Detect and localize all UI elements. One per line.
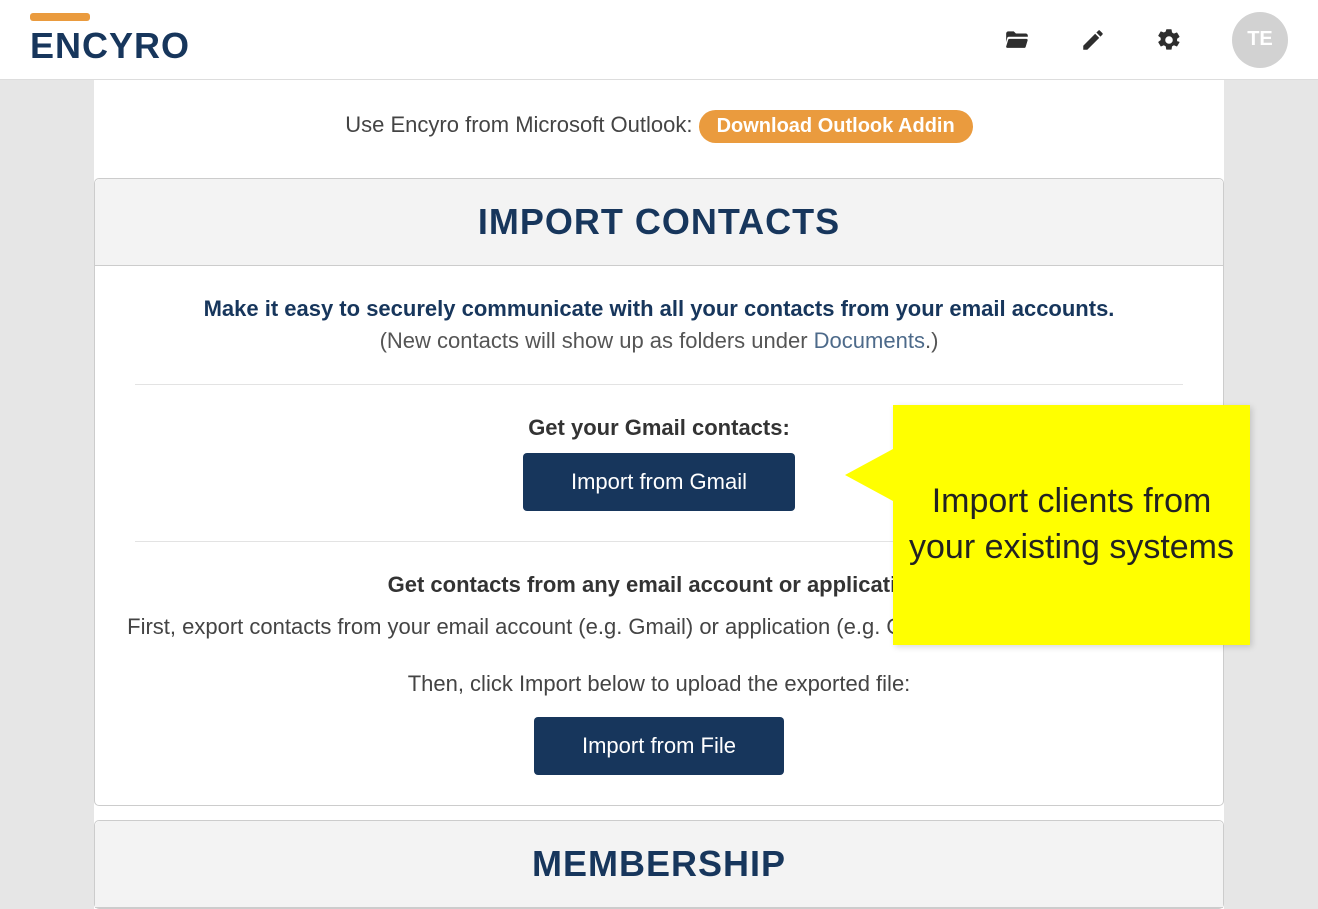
divider [135, 384, 1183, 385]
callout-annotation: Import clients from your existing system… [893, 405, 1250, 645]
topbar: ENCYRO TE [0, 0, 1318, 80]
gear-icon[interactable] [1156, 27, 1182, 53]
file-desc-prefix: First, export contacts from your email a… [127, 614, 976, 639]
avatar-initials: TE [1247, 28, 1273, 51]
documents-link[interactable]: Documents [814, 328, 925, 353]
download-outlook-addin-button[interactable]: Download Outlook Addin [699, 110, 973, 143]
membership-panel: MEMBERSHIP [94, 820, 1224, 909]
topbar-right: TE [1004, 12, 1288, 68]
outlook-promo: Use Encyro from Microsoft Outlook: Downl… [94, 110, 1224, 143]
logo-accent-bar [30, 13, 90, 21]
callout-arrow-icon [845, 449, 893, 501]
logo[interactable]: ENCYRO [30, 13, 190, 67]
callout-box: Import clients from your existing system… [893, 405, 1250, 645]
folder-open-icon[interactable] [1004, 27, 1030, 53]
logo-text: ENCYRO [30, 25, 190, 67]
import-sub-text: (New contacts will show up as folders un… [115, 328, 1203, 354]
import-panel-header: IMPORT CONTACTS [95, 179, 1223, 266]
membership-panel-header: MEMBERSHIP [95, 821, 1223, 908]
membership-panel-title: MEMBERSHIP [105, 843, 1213, 885]
callout-text: Import clients from your existing system… [907, 479, 1236, 571]
import-from-file-button[interactable]: Import from File [534, 717, 784, 775]
compose-icon[interactable] [1080, 27, 1106, 53]
then-text: Then, click Import below to upload the e… [115, 671, 1203, 697]
import-sub-suffix: .) [925, 328, 938, 353]
import-panel-title: IMPORT CONTACTS [105, 201, 1213, 243]
import-sub-prefix: (New contacts will show up as folders un… [380, 328, 814, 353]
import-lead-text: Make it easy to securely communicate wit… [115, 296, 1203, 322]
import-from-gmail-button[interactable]: Import from Gmail [523, 453, 795, 511]
avatar[interactable]: TE [1232, 12, 1288, 68]
outlook-lead: Use Encyro from Microsoft Outlook: [345, 112, 698, 137]
